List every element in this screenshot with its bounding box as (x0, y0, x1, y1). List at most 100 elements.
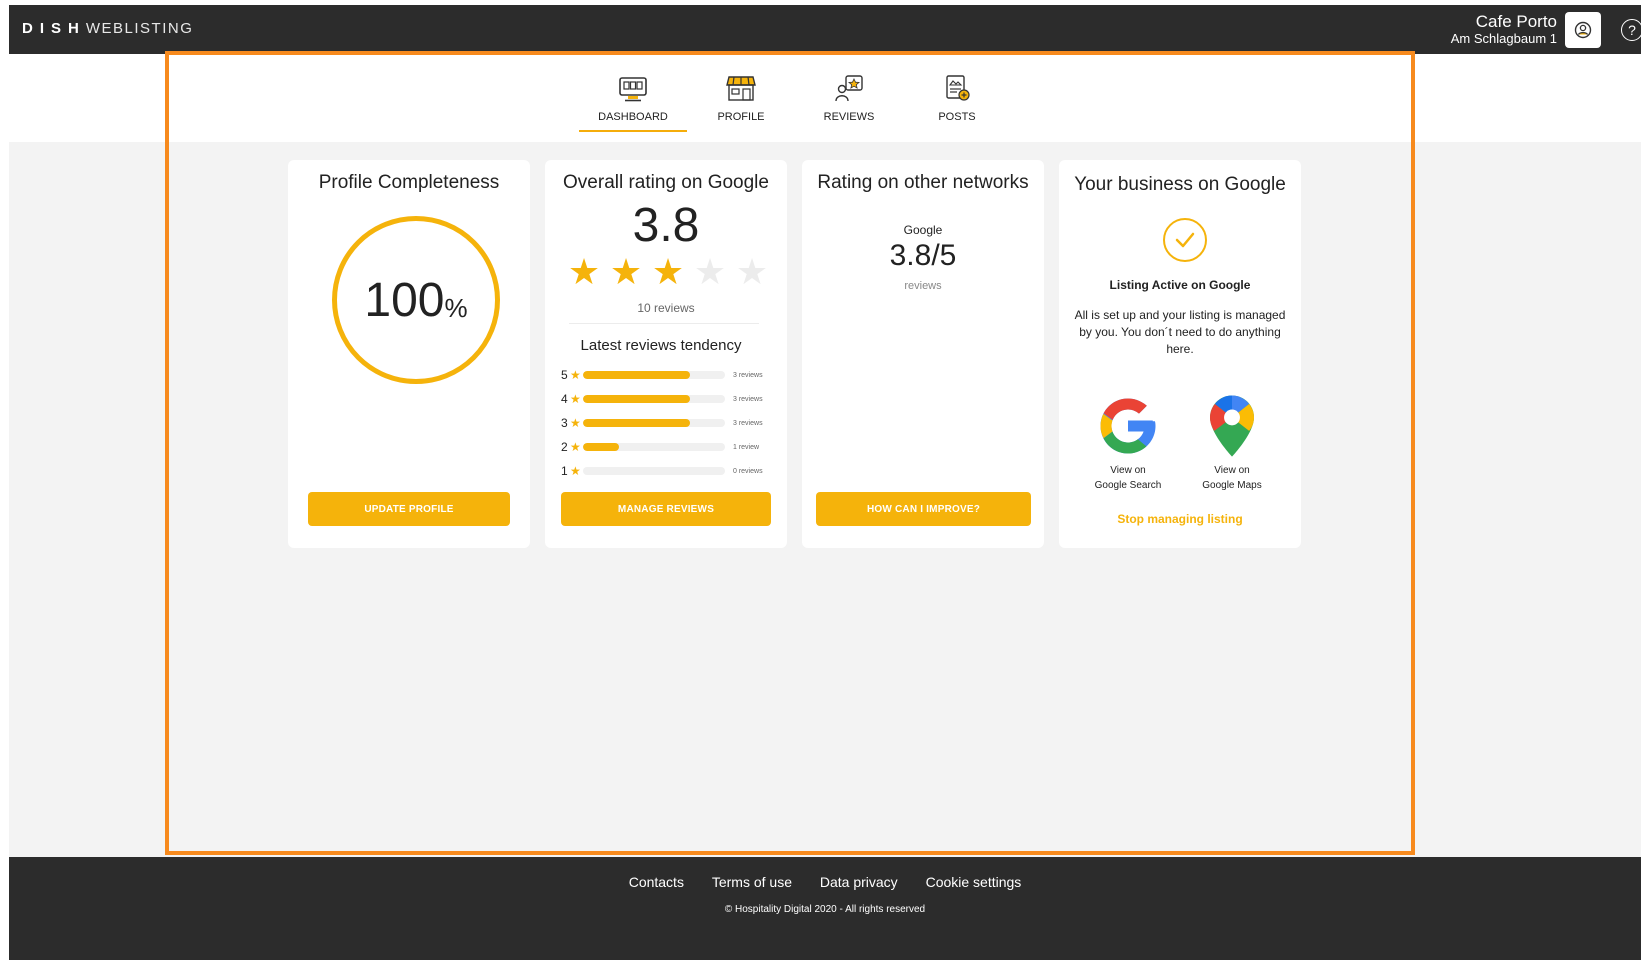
bar-star-count: 3 (561, 416, 568, 430)
monitor-icon (619, 77, 647, 102)
listing-status-title: Listing Active on Google (1109, 278, 1251, 292)
tab-profile-label: PROFILE (717, 111, 765, 123)
tab-dashboard-label: DASHBOARD (598, 111, 668, 123)
how-can-i-improve-button[interactable]: HOW CAN I IMPROVE? (816, 492, 1031, 526)
star-empty-icon: ★ (693, 251, 727, 292)
bar-reviews-label: 3 reviews (733, 419, 763, 427)
logo-sub: WEBLISTING (85, 20, 194, 37)
bar-fill (583, 443, 619, 451)
review-bar-row: 3 ★ 3 reviews (561, 411, 771, 435)
search-label-line2: Google Search (1094, 480, 1162, 491)
reviews-count: 10 reviews (637, 301, 695, 315)
bar-star-count: 4 (561, 392, 568, 406)
account-button[interactable] (1565, 12, 1601, 48)
network-reviews-label: reviews (904, 280, 942, 292)
maps-label-line1: View on (1214, 465, 1250, 476)
business-name: Cafe Porto (1475, 12, 1557, 31)
stop-managing-listing-link[interactable]: Stop managing listing (1059, 512, 1301, 526)
review-bar-row: 1 ★ 0 reviews (561, 459, 771, 483)
user-avatar-icon (1574, 21, 1592, 39)
bar-star-count: 5 (561, 368, 568, 382)
star-filled-icon: ★ (651, 251, 685, 292)
review-star-icon (835, 75, 863, 102)
footer-link-cookies[interactable]: Cookie settings (926, 874, 1022, 890)
star-icon: ★ (570, 416, 581, 430)
bar-fill (583, 395, 690, 403)
business-card-title: Your business on Google (1074, 174, 1286, 195)
star-icon: ★ (570, 368, 581, 382)
tab-posts-label: POSTS (938, 111, 976, 123)
bar-track (583, 467, 725, 475)
manage-reviews-button[interactable]: MANAGE REVIEWS (561, 492, 771, 526)
networks-rating-card: Rating on other networks Google 3.8/5 re… (802, 160, 1044, 548)
tab-dashboard[interactable]: DASHBOARD (579, 70, 687, 132)
star-icon: ★ (570, 440, 581, 454)
bar-fill (583, 371, 690, 379)
search-label-line1: View on (1110, 465, 1146, 476)
card-divider (569, 323, 759, 324)
network-rating: 3.8/5 (889, 239, 957, 272)
review-bar-row: 4 ★ 3 reviews (561, 387, 771, 411)
google-g-icon (1100, 398, 1156, 454)
business-on-google-card: Your business on Google Listing Active o… (1059, 160, 1301, 548)
app-logo[interactable]: DISHWEBLISTING (22, 20, 193, 37)
view-on-google-maps[interactable]: View on Google Maps (1192, 393, 1272, 493)
main-nav: DASHBOARD PROFILE REVIEWS POSTS (579, 70, 1011, 132)
footer-links: Contacts Terms of use Data privacy Cooki… (9, 874, 1641, 890)
post-add-icon (946, 75, 970, 101)
check-circle-icon (1163, 218, 1207, 262)
tab-reviews-label: REVIEWS (823, 111, 875, 123)
business-address: Am Schlagbaum 1 (1450, 31, 1557, 46)
app-frame: DISHWEBLISTING Cafe Porto Am Schlagbaum … (9, 5, 1641, 960)
google-rating-title: Overall rating on Google (563, 172, 769, 193)
copyright: © Hospitality Digital 2020 - All rights … (724, 904, 926, 915)
nav-strip: DASHBOARD PROFILE REVIEWS POSTS (9, 54, 1641, 142)
rating-stars: ★ ★ ★ ★ ★ (563, 254, 773, 290)
footer-link-contacts[interactable]: Contacts (629, 874, 684, 890)
help-icon[interactable]: ? (1621, 19, 1641, 41)
footer: Contacts Terms of use Data privacy Cooki… (9, 857, 1641, 960)
tab-profile[interactable]: PROFILE (687, 70, 795, 132)
bar-reviews-label: 0 reviews (733, 467, 763, 475)
listing-status-description: All is set up and your listing is manage… (1074, 308, 1286, 356)
bar-track (583, 419, 725, 427)
bar-star-count: 1 (561, 464, 568, 478)
completeness-ring: 100% (332, 216, 500, 384)
completeness-unit: % (444, 292, 468, 323)
profile-card-title: Profile Completeness (318, 172, 500, 193)
review-bar-row: 2 ★ 1 review (561, 435, 771, 459)
star-empty-icon: ★ (735, 251, 769, 292)
review-distribution: 5 ★ 3 reviews 4 ★ 3 reviews 3 ★ 3 reviews 2 ★ 1 rev… (561, 363, 771, 483)
star-icon: ★ (570, 464, 581, 478)
footer-link-privacy[interactable]: Data privacy (820, 874, 898, 890)
tab-posts[interactable]: POSTS (903, 70, 1011, 132)
networks-card-title: Rating on other networks (817, 172, 1029, 193)
bar-reviews-label: 1 review (733, 443, 760, 451)
google-rating-card: Overall rating on Google 3.8 ★ ★ ★ ★ ★ 10 re… (545, 160, 787, 548)
bar-star-count: 2 (561, 440, 568, 454)
bar-track (583, 395, 725, 403)
view-on-google-search[interactable]: View on Google Search (1088, 393, 1168, 493)
star-filled-icon: ★ (567, 251, 601, 292)
logo-main: DISH (22, 20, 86, 37)
google-maps-pin-icon (1210, 395, 1254, 457)
google-rating-value: 3.8 (632, 199, 700, 252)
bar-track (583, 443, 725, 451)
maps-label-line2: Google Maps (1202, 480, 1262, 491)
bar-reviews-label: 3 reviews (733, 395, 763, 403)
update-profile-button[interactable]: UPDATE PROFILE (308, 492, 510, 526)
business-info: Cafe Porto Am Schlagbaum 1 (1451, 13, 1557, 47)
star-icon: ★ (570, 392, 581, 406)
storefront-icon (726, 76, 756, 101)
bar-track (583, 371, 725, 379)
star-filled-icon: ★ (609, 251, 643, 292)
tab-reviews[interactable]: REVIEWS (795, 70, 903, 132)
network-name: Google (903, 223, 943, 237)
bar-reviews-label: 3 reviews (733, 371, 763, 379)
top-bar: DISHWEBLISTING Cafe Porto Am Schlagbaum … (9, 5, 1641, 54)
footer-link-terms[interactable]: Terms of use (712, 874, 792, 890)
tendency-title: Latest reviews tendency (580, 337, 742, 354)
review-bar-row: 5 ★ 3 reviews (561, 363, 771, 387)
bar-fill (583, 419, 690, 427)
completeness-value: 100 (364, 273, 445, 327)
